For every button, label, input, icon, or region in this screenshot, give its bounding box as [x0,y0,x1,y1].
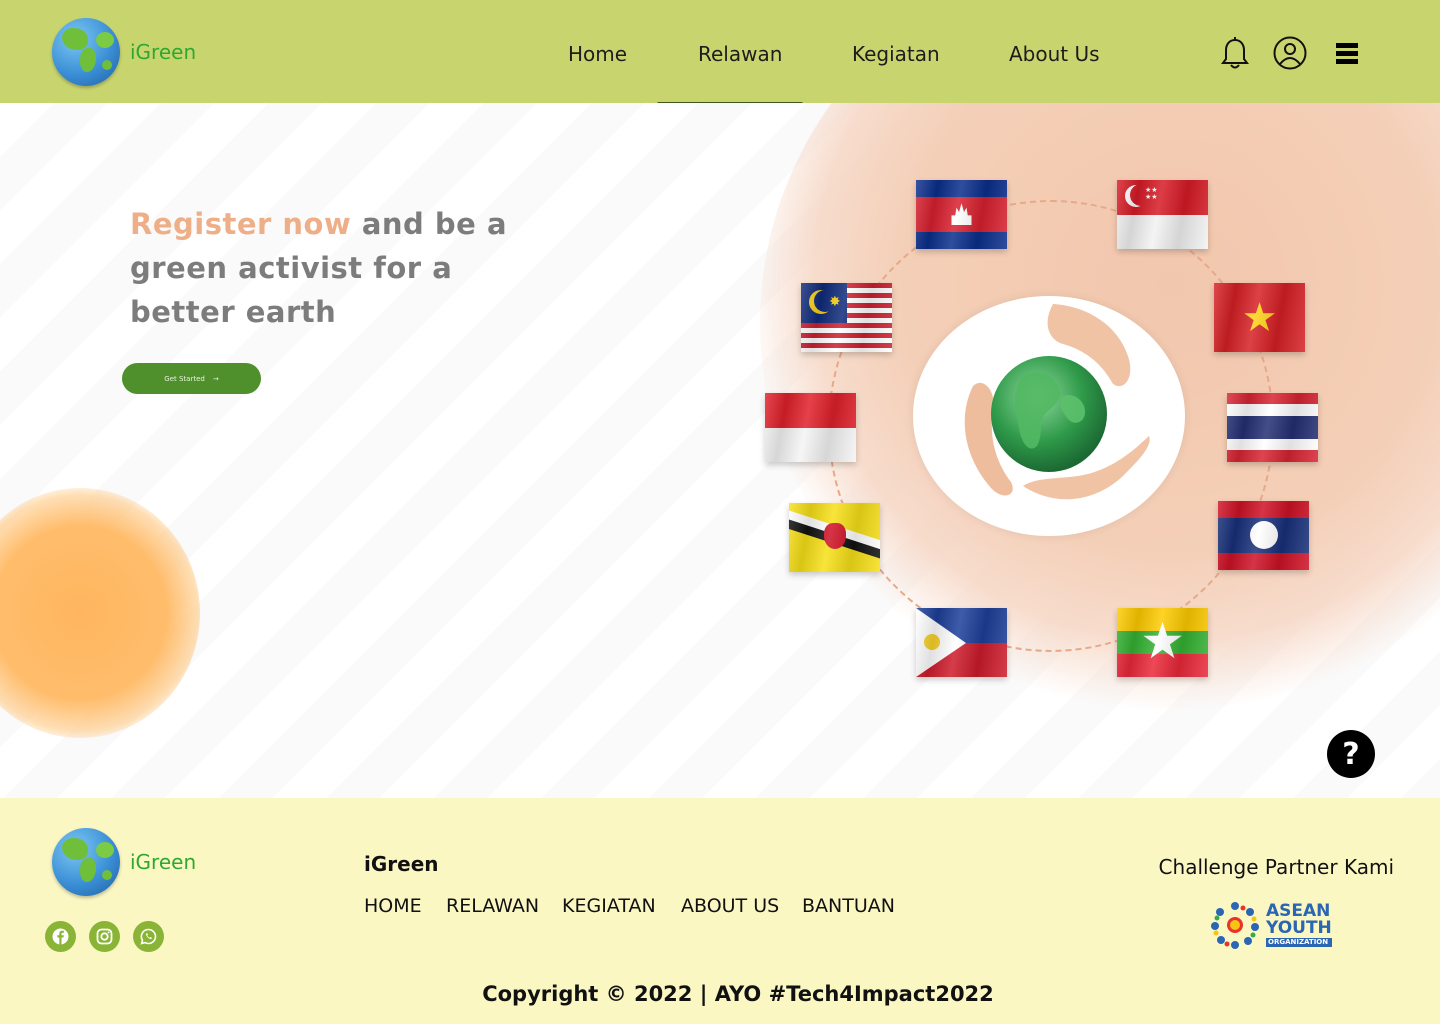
nav-item-kegiatan[interactable]: Kegiatan [852,42,940,66]
footer-logo[interactable]: iGreen [52,828,196,896]
footer: iGreen iGreen HOME RELAWAN KEGIATAN ABOU… [0,798,1440,1024]
partner-logo-line2: YOUTH [1266,918,1332,938]
hero-section: Register now and be a green activist for… [0,103,1440,798]
flag-malaysia: ✸ [801,283,892,352]
get-started-label: Get Started [164,374,205,383]
copyright-text: Copyright © 2022 | AYO #Tech4Impact2022 [482,982,994,1006]
headline-accent: Register now [130,207,352,241]
nav-item-relawan[interactable]: Relawan [698,42,782,66]
decorative-orange-blob [0,488,200,738]
facebook-icon[interactable] [45,921,76,952]
instagram-icon[interactable] [89,921,120,952]
flag-vietnam: ★ [1214,283,1305,352]
partner-title: Challenge Partner Kami [1158,855,1394,879]
user-circle-icon[interactable] [1272,35,1308,71]
footer-link-about-us[interactable]: ABOUT US [681,895,779,917]
footer-link-bantuan[interactable]: BANTUAN [802,895,895,917]
globe-icon [52,828,120,896]
flag-brunei [789,503,880,572]
nav-item-home[interactable]: Home [568,42,627,66]
flag-thailand [1227,393,1318,462]
help-button[interactable]: ? [1327,730,1375,778]
footer-link-kegiatan[interactable]: KEGIATAN [562,895,656,917]
footer-nav: HOME RELAWAN KEGIATAN ABOUT US BANTUAN [364,895,924,919]
footer-link-relawan[interactable]: RELAWAN [446,895,539,917]
flag-philippines [916,608,1007,677]
hamburger-menu-icon[interactable] [1336,42,1358,64]
flag-indonesia [765,393,856,462]
footer-brand-name: iGreen [130,850,197,874]
partner-logo-line3: ORGANIZATION [1266,938,1332,947]
flag-cambodia [916,180,1007,249]
whatsapp-icon[interactable] [133,921,164,952]
flag-laos [1218,501,1309,570]
top-header: iGreen Home Relawan Kegiatan About Us [0,0,1440,103]
flag-myanmar: ★ [1117,608,1208,677]
arrow-right-icon: → [212,374,219,383]
asean-emblem-icon [1208,900,1262,950]
asean-youth-organization-logo[interactable]: ASEAN YOUTH ORGANIZATION [1208,899,1340,951]
hero-headline: Register now and be a green activist for… [130,202,550,334]
footer-link-home[interactable]: HOME [364,895,422,917]
flag-singapore: ★★ ★★ [1117,180,1208,249]
hands-globe-image [913,296,1185,536]
bell-icon[interactable] [1220,36,1250,72]
footer-brand-title: iGreen [364,852,439,876]
get-started-button[interactable]: Get Started → [122,363,261,394]
nav-item-about-us[interactable]: About Us [1009,42,1100,66]
